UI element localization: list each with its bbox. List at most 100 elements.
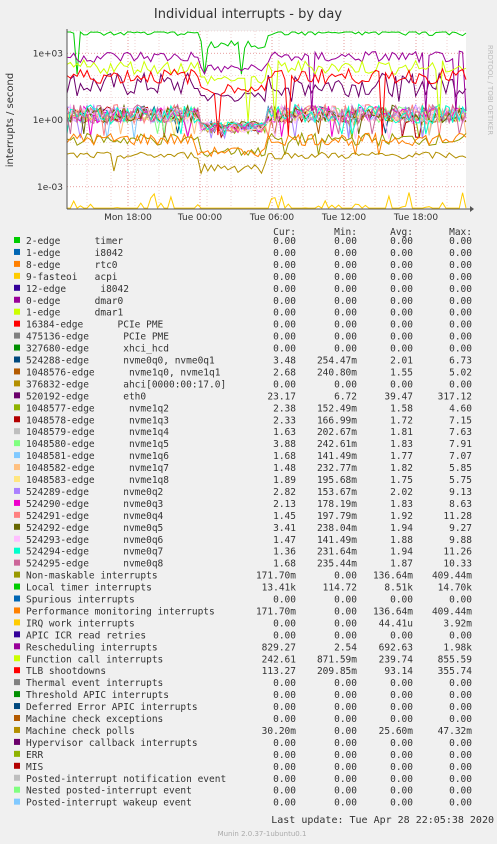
legend-swatch xyxy=(14,237,20,243)
legend-value-min: 0.00 xyxy=(334,260,357,271)
legend-value-min: 0.00 xyxy=(334,332,357,343)
legend-label: Rescheduling interrupts xyxy=(26,642,158,653)
legend-value-avg: 1.92 xyxy=(390,511,413,522)
legend-label: Posted-interrupt notification event xyxy=(26,774,226,785)
legend-swatch xyxy=(14,260,20,267)
legend-value-cur: 171.70m xyxy=(256,606,296,617)
legend-label: Performance monitoring interrupts xyxy=(26,606,215,617)
legend-value-avg: 0.00 xyxy=(390,296,413,307)
legend-value-max: 0.00 xyxy=(449,260,472,271)
chart-title: Individual interrupts - by day xyxy=(154,7,342,22)
legend-value-min: 0.00 xyxy=(334,320,357,331)
legend-swatch xyxy=(14,726,20,733)
legend-value-min: 114.72 xyxy=(323,583,357,594)
legend-value-avg: 0.00 xyxy=(390,379,413,390)
legend-value-cur: 3.48 xyxy=(273,356,296,367)
legend-swatch xyxy=(14,499,20,506)
legend-swatch xyxy=(14,523,20,530)
legend-value-max: 0.00 xyxy=(449,308,472,319)
legend-label: 1048583-edge nvme1q8 xyxy=(26,475,169,486)
legend-value-max: 0.00 xyxy=(449,236,472,247)
legend-value-min: 0.00 xyxy=(334,308,357,319)
legend-value-cur: 2.38 xyxy=(273,403,296,414)
legend-value-avg: 2.01 xyxy=(390,356,413,367)
legend-swatch xyxy=(14,786,20,793)
legend-label: 524294-edge nvme0q7 xyxy=(26,547,163,558)
legend-value-min: 0.00 xyxy=(334,618,357,629)
legend-value-min: 0.00 xyxy=(334,571,357,582)
legend-value-min: 0.00 xyxy=(334,379,357,390)
legend-swatch xyxy=(14,332,20,339)
legend-value-min: 178.19m xyxy=(317,499,357,510)
legend-label: Function call interrupts xyxy=(26,654,163,665)
legend-value-avg: 136.64m xyxy=(373,606,413,617)
legend-swatch xyxy=(14,356,20,363)
x-tick-label: Tue 12:00 xyxy=(321,213,366,223)
legend-label: IRQ work interrupts xyxy=(26,618,135,629)
legend-value-avg: 1.83 xyxy=(390,499,413,510)
legend-value-avg: 0.00 xyxy=(390,738,413,749)
legend-value-avg: 1.87 xyxy=(390,559,413,570)
legend-label: 475136-edge PCIe PME xyxy=(26,332,169,343)
legend-swatch xyxy=(14,738,20,745)
legend-label: 12-edge i8042 xyxy=(26,284,129,295)
legend-value-cur: 3.41 xyxy=(273,523,296,534)
legend-value-cur: 0.00 xyxy=(273,702,296,713)
legend-value-cur: 0.00 xyxy=(273,595,296,606)
legend-value-cur: 2.13 xyxy=(273,499,296,510)
legend-swatch xyxy=(14,308,20,315)
legend-value-avg: 692.63 xyxy=(379,642,413,653)
legend-swatch xyxy=(14,320,20,327)
legend-swatch xyxy=(14,715,20,721)
legend-value-min: 166.99m xyxy=(317,415,357,426)
legend-value-avg: 1.82 xyxy=(390,463,413,474)
legend-value-cur: 0.00 xyxy=(273,762,296,773)
legend-label: 376832-edge ahci[0000:00:17.0] xyxy=(26,379,226,390)
legend-value-max: 0.00 xyxy=(449,320,472,331)
legend-value-avg: 0.00 xyxy=(390,714,413,725)
legend-swatch xyxy=(14,547,20,554)
x-tick-label: Tue 00:00 xyxy=(177,213,222,223)
legend-value-cur: 1.63 xyxy=(273,427,296,438)
y-tick-label: 1e-03 xyxy=(37,183,63,193)
legend-swatch xyxy=(14,750,20,757)
legend-label: Nested posted-interrupt event xyxy=(26,786,192,797)
legend-swatch xyxy=(14,380,20,387)
legend-swatch xyxy=(14,559,20,566)
legend-value-max: 0.00 xyxy=(449,690,472,701)
legend-value-avg: 0.00 xyxy=(390,750,413,761)
legend-label: 9-fasteoi acpi xyxy=(26,272,118,283)
legend-value-max: 0.00 xyxy=(449,332,472,343)
legend-value-avg: 1.58 xyxy=(390,403,413,414)
legend-swatch xyxy=(14,392,20,399)
legend-label: 1048582-edge nvme1q7 xyxy=(26,463,169,474)
legend-value-cur: 1.45 xyxy=(273,511,296,522)
legend-value-avg: 0.00 xyxy=(390,786,413,797)
legend-swatch xyxy=(14,643,20,650)
legend-value-avg: 39.47 xyxy=(384,391,413,402)
legend-value-min: 242.61m xyxy=(317,439,357,450)
legend-label: Posted-interrupt wakeup event xyxy=(26,798,192,809)
legend-label: Threshold APIC interrupts xyxy=(26,690,169,701)
legend-value-avg: 0.00 xyxy=(390,595,413,606)
legend-value-cur: 0.00 xyxy=(273,344,296,355)
legend-value-max: 0.00 xyxy=(449,798,472,809)
legend-value-avg: 0.00 xyxy=(390,798,413,809)
legend-label: Local timer interrupts xyxy=(26,583,152,594)
legend-value-min: 0.00 xyxy=(334,272,357,283)
legend-value-cur: 0.00 xyxy=(273,260,296,271)
legend-value-max: 4.60 xyxy=(449,403,472,414)
legend-value-max: 0.00 xyxy=(449,272,472,283)
legend-value-cur: 0.00 xyxy=(273,296,296,307)
legend-value-cur: 1.36 xyxy=(273,547,296,558)
legend-value-max: 9.88 xyxy=(449,535,472,546)
legend-swatch xyxy=(14,296,20,303)
legend-value-cur: 0.00 xyxy=(273,774,296,785)
legend-value-cur: 1.47 xyxy=(273,535,296,546)
legend-value-max: 9.13 xyxy=(449,487,472,498)
legend-value-cur: 829.27 xyxy=(262,642,296,653)
legend-value-avg: 239.74 xyxy=(379,654,414,665)
legend-label: 524289-edge nvme0q2 xyxy=(26,487,163,498)
legend-value-avg: 0.00 xyxy=(390,320,413,331)
legend-value-avg: 1.55 xyxy=(390,367,413,378)
